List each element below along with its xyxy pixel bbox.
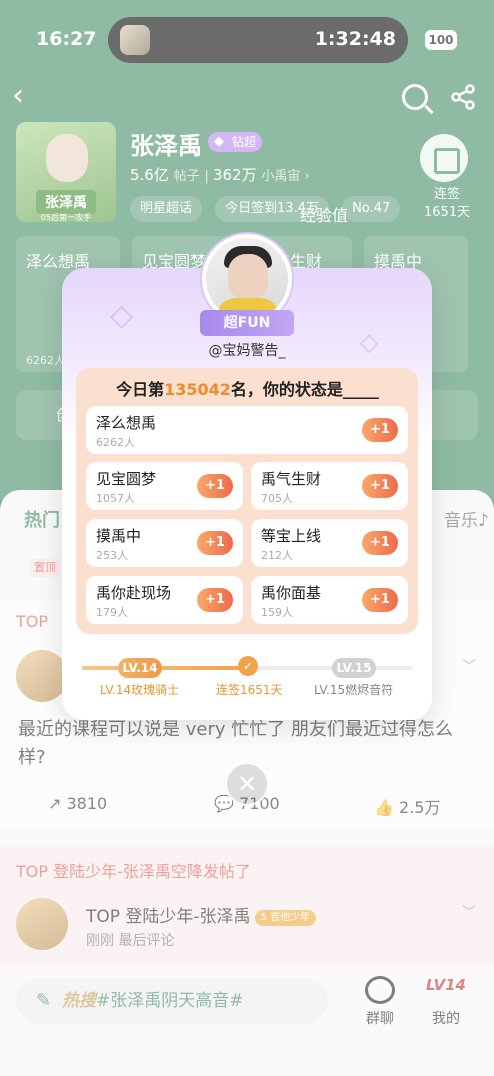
plus-one-button[interactable]: +1 — [362, 531, 398, 555]
status-option-name: 见宝圆梦 — [96, 470, 157, 488]
plus-one-button[interactable]: +1 — [197, 474, 233, 498]
status-option-name: 禹你赴现场 — [96, 584, 172, 602]
status-option[interactable]: 泽么想禹 6262人 +1 — [86, 406, 408, 454]
plus-one-button[interactable]: +1 — [362, 588, 398, 612]
fan-handle: @宝妈警告_ — [208, 343, 286, 359]
fan-badge-ribbon: 超FUN — [200, 310, 294, 336]
plus-one-button[interactable]: +1 — [197, 588, 233, 612]
next-level-pill: LV.15 — [332, 658, 376, 678]
status-option[interactable]: 摸禹中 253人 +1 — [86, 519, 243, 567]
streak-caption: 连签1651天 — [216, 683, 283, 697]
diamond-decor-icon: ◇ — [110, 298, 134, 333]
checkmark-icon: ✓ — [238, 656, 258, 676]
current-level-pill: LV.14 — [118, 658, 162, 678]
status-option-count: 253人 — [96, 549, 128, 562]
status-option[interactable]: 等宝上线 212人 +1 — [251, 519, 408, 567]
status-option-count: 212人 — [261, 549, 293, 562]
status-option-name: 禹气生财 — [261, 470, 322, 488]
current-level-caption: LV.14玫瑰骑士 — [100, 683, 180, 697]
plus-one-button[interactable]: +1 — [362, 474, 398, 498]
plus-one-button[interactable]: +1 — [197, 531, 233, 555]
status-option[interactable]: 禹气生财 705人 +1 — [251, 462, 408, 510]
close-icon[interactable]: ✕ — [225, 762, 269, 806]
status-option-name: 泽么想禹 — [96, 414, 157, 432]
status-option[interactable]: 禹你赴现场 179人 +1 — [86, 576, 243, 624]
status-option-name: 摸禹中 — [96, 527, 142, 545]
next-level-caption: LV.15燃烬音符 — [314, 683, 394, 697]
status-option-name: 等宝上线 — [261, 527, 322, 545]
plus-one-button[interactable]: +1 — [362, 418, 398, 442]
ranking-number: 135042 — [164, 380, 231, 399]
status-option[interactable]: 禹你面基 159人 +1 — [251, 576, 408, 624]
status-option-count: 6262人 — [96, 436, 135, 449]
status-option-count: 179人 — [96, 606, 128, 619]
level-progress-fill — [82, 666, 247, 670]
status-option-name: 禹你面基 — [261, 584, 322, 602]
status-option-count: 705人 — [261, 492, 293, 505]
exp-label: 经验值 — [300, 206, 349, 225]
status-option-count: 159人 — [261, 606, 293, 619]
ranking-title: 今日第135042名，你的状态是_____ — [116, 380, 379, 399]
status-option-count: 1057人 — [96, 492, 135, 505]
status-option[interactable]: 见宝圆梦 1057人 +1 — [86, 462, 243, 510]
